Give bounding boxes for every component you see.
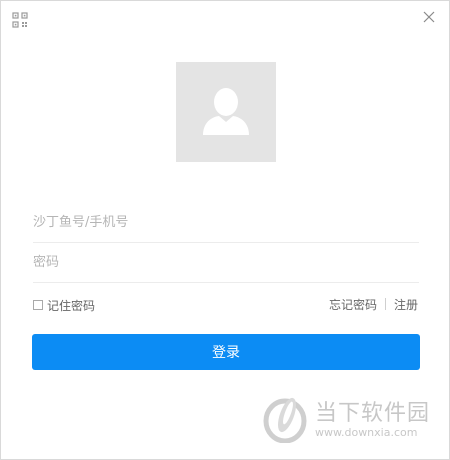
account-input[interactable] — [33, 202, 419, 242]
register-link[interactable]: 注册 — [394, 296, 418, 313]
forgot-password-link[interactable]: 忘记密码 — [329, 296, 377, 313]
remember-password-label: 记住密码 — [47, 298, 96, 313]
account-links: 忘记密码 注册 — [329, 296, 418, 312]
password-input[interactable] — [33, 242, 419, 282]
login-button[interactable]: 登录 — [32, 334, 420, 370]
user-silhouette-icon — [203, 88, 249, 135]
password-field — [33, 242, 419, 283]
avatar — [176, 62, 276, 162]
link-divider — [384, 298, 386, 310]
close-icon[interactable] — [421, 9, 437, 25]
watermark: 当下软件园 www.downxia.com — [263, 391, 443, 451]
watermark-url: www.downxia.com — [315, 426, 418, 439]
qr-code-icon[interactable] — [12, 12, 28, 28]
remember-password-checkbox[interactable] — [33, 300, 43, 310]
remember-password-toggle[interactable]: 记住密码 — [33, 297, 95, 313]
watermark-title: 当下软件园 — [315, 401, 431, 426]
watermark-logo-icon — [263, 397, 307, 443]
account-field — [33, 202, 419, 243]
login-window: 记住密码 忘记密码 注册 登录 当下软件园 www.downxia.com — [0, 0, 450, 460]
